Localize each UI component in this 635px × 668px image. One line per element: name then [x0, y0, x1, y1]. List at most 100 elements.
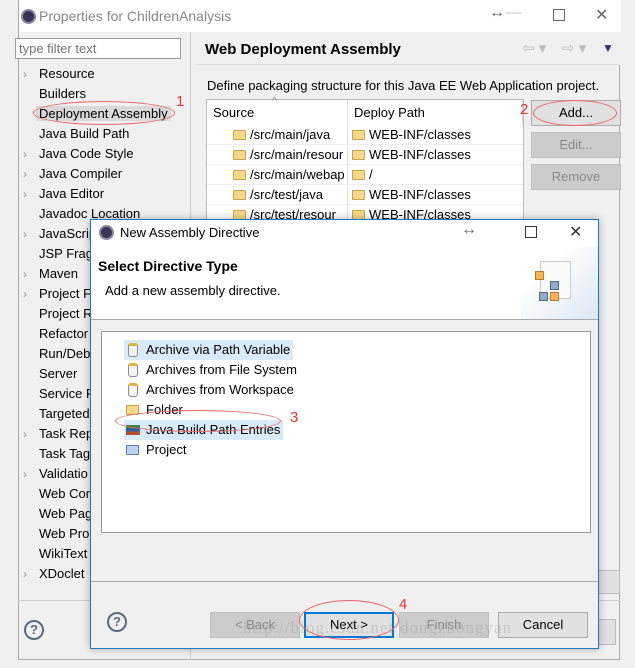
tree-item[interactable]: JSP Frag: [39, 244, 93, 264]
table-row-source[interactable]: /src/main/java: [207, 125, 348, 145]
tree-item[interactable]: Project R: [39, 304, 92, 324]
tree-item[interactable]: XDoclet: [39, 564, 85, 584]
minimize-button[interactable]: —: [506, 4, 522, 22]
tree-item-label: Task Tag: [39, 446, 91, 461]
assembly-wizard-icon: [535, 261, 571, 301]
close-button[interactable]: ✕: [569, 222, 582, 242]
watermark: http://blog.csdn.net/dongzhongyan: [243, 618, 513, 637]
help-icon[interactable]: ?: [107, 612, 127, 632]
tree-item[interactable]: Web Pro: [39, 524, 89, 544]
annotation-1: 1: [176, 93, 185, 110]
tree-item-label: Targeted: [39, 406, 90, 421]
expand-chevron-icon[interactable]: ›: [23, 424, 27, 444]
annotation-ellipse-1: [33, 101, 175, 125]
close-button[interactable]: ✕: [595, 5, 608, 25]
tree-item[interactable]: WikiText: [39, 544, 87, 564]
tree-item[interactable]: Validatio: [39, 464, 88, 484]
remove-button[interactable]: Remove: [531, 164, 621, 190]
expand-chevron-icon[interactable]: ›: [23, 284, 27, 304]
source-path: /src/main/resour: [250, 147, 344, 162]
tree-item[interactable]: Server: [39, 364, 77, 384]
apply-button-partial[interactable]: [598, 570, 620, 594]
maximize-button[interactable]: [553, 9, 565, 21]
tree-item[interactable]: Refactor: [39, 324, 88, 344]
tree-item[interactable]: Java Code Style: [39, 144, 134, 164]
eclipse-icon: [99, 225, 114, 240]
dialog-header: Select Directive Type Add a new assembly…: [91, 246, 598, 320]
tree-item-label: Java Editor: [39, 186, 105, 201]
tree-item-label: Maven: [39, 266, 79, 281]
tree-item[interactable]: Service P: [39, 384, 95, 404]
back-nav-icon[interactable]: ⇦ ▾: [522, 39, 546, 57]
jar-icon: [128, 343, 138, 357]
tree-item[interactable]: Task Tag: [39, 444, 90, 464]
deploy-path: WEB-INF/classes: [369, 127, 471, 142]
expand-chevron-icon[interactable]: ›: [23, 144, 27, 164]
column-source[interactable]: Source: [207, 100, 348, 125]
expand-chevron-icon[interactable]: ›: [23, 564, 27, 584]
tree-item[interactable]: Maven: [39, 264, 78, 284]
directive-item[interactable]: Archives from Workspace: [124, 380, 297, 400]
directive-item[interactable]: Archive via Path Variable: [124, 340, 294, 360]
tree-item-label: Server: [39, 366, 78, 381]
title-bar: Properties for ChildrenAnalysis ↔ — ✕: [19, 0, 621, 32]
table-row-deploy-path[interactable]: WEB-INF/classes: [348, 125, 523, 145]
expand-chevron-icon[interactable]: ›: [23, 464, 27, 484]
expand-chevron-icon[interactable]: ›: [23, 224, 27, 244]
directive-item-label: Project: [146, 442, 187, 457]
table-row-deploy-path[interactable]: WEB-INF/classes: [348, 185, 523, 205]
header-banner: [521, 246, 598, 319]
eclipse-icon: [21, 9, 36, 24]
directive-item-label: Archives from Workspace: [146, 382, 294, 397]
table-row-source[interactable]: /src/main/resour: [207, 145, 348, 165]
column-deploy-path[interactable]: Deploy Path: [348, 100, 523, 125]
deploy-path: /: [369, 167, 373, 182]
folder-icon: [233, 150, 246, 160]
table-row-deploy-path[interactable]: /: [348, 165, 523, 185]
tree-item-label: Web Cor: [39, 486, 91, 501]
tree-item[interactable]: JavaScrip: [39, 224, 96, 244]
tree-item-label: Web Pag: [39, 506, 93, 521]
tree-item[interactable]: Java Editor: [39, 184, 104, 204]
resize-icon: ↔: [461, 221, 477, 238]
help-icon[interactable]: ?: [24, 620, 44, 640]
tree-item[interactable]: Web Pag: [39, 504, 92, 524]
tree-item[interactable]: Targeted: [39, 404, 90, 424]
tree-item[interactable]: Run/Deb: [39, 344, 90, 364]
expand-chevron-icon[interactable]: ›: [23, 64, 27, 84]
expand-chevron-icon[interactable]: ›: [23, 184, 27, 204]
tree-item-label: JavaScrip: [39, 226, 97, 241]
tree-item[interactable]: Task Rep: [39, 424, 93, 444]
tree-item-label: Refactor: [39, 326, 89, 341]
expand-chevron-icon[interactable]: ›: [23, 264, 27, 284]
tree-item[interactable]: Project F: [39, 284, 91, 304]
folder-icon: [233, 190, 246, 200]
dialog-title-bar: New Assembly Directive ↔ ✕: [91, 220, 598, 246]
tree-item-label: Java Compiler: [39, 166, 123, 181]
tree-item[interactable]: Web Cor: [39, 484, 90, 504]
menu-icon[interactable]: ▼: [602, 41, 614, 55]
directive-item[interactable]: Archives from File System: [124, 360, 300, 380]
tree-item[interactable]: Java Compiler: [39, 164, 122, 184]
tree-item[interactable]: Resource: [39, 64, 95, 84]
tree-item-label: XDoclet: [39, 566, 85, 581]
page-header: Web Deployment Assembly ⇦ ▾ ⇨ ▾ ▼: [196, 32, 620, 65]
maximize-button[interactable]: [525, 226, 537, 238]
folder-icon: [352, 170, 365, 180]
expand-chevron-icon[interactable]: ›: [23, 164, 27, 184]
table-row-source[interactable]: /src/test/java: [207, 185, 348, 205]
tree-item-label: JSP Frag: [39, 246, 93, 261]
jar-icon: [128, 363, 138, 377]
table-row-deploy-path[interactable]: WEB-INF/classes: [348, 145, 523, 165]
edit-button[interactable]: Edit...: [531, 132, 621, 158]
tree-item[interactable]: Java Build Path: [39, 124, 129, 144]
directive-item[interactable]: Project: [124, 440, 189, 460]
forward-nav-icon[interactable]: ⇨ ▾: [562, 39, 586, 57]
tree-item-label: Task Rep: [39, 426, 94, 441]
ok-button-partial[interactable]: [598, 619, 616, 645]
table-row-source[interactable]: /src/main/webap: [207, 165, 348, 185]
dialog-heading: Select Directive Type: [98, 258, 238, 274]
source-path: /src/main/java: [250, 127, 331, 142]
filter-input[interactable]: [15, 38, 181, 59]
dialog-subheading: Add a new assembly directive.: [105, 283, 281, 298]
